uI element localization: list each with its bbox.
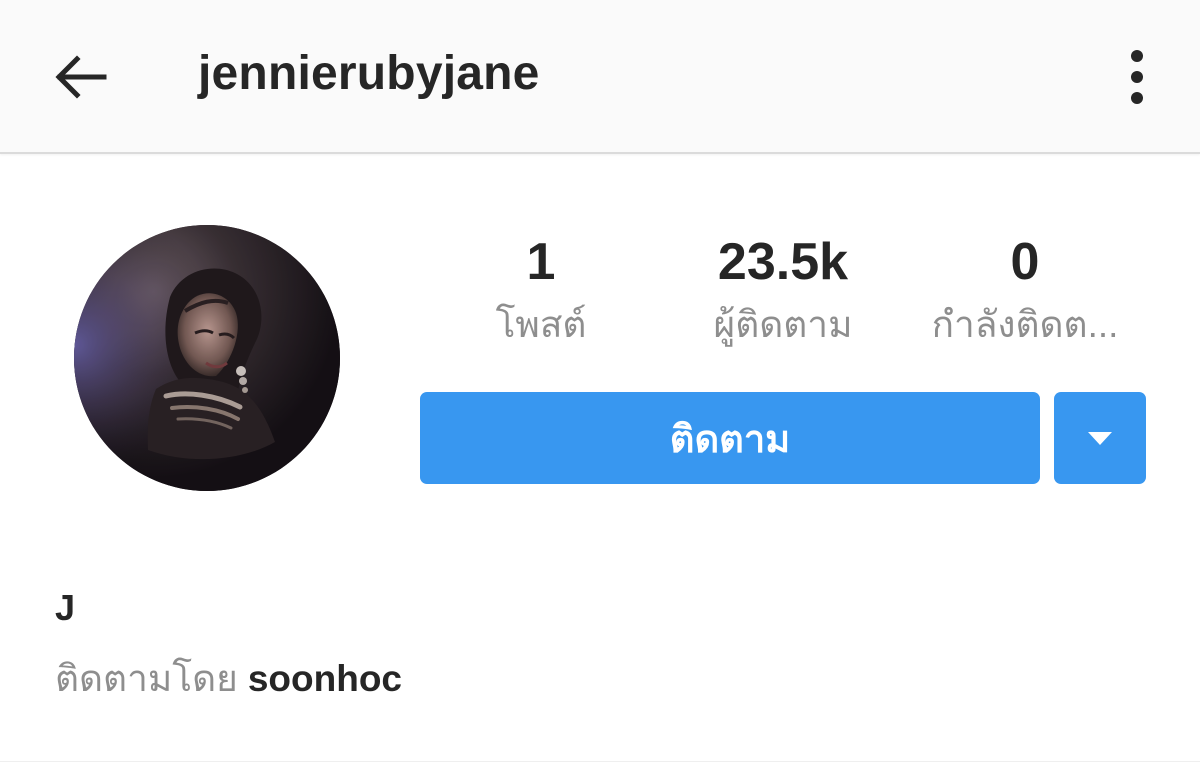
followers-label: ผู้ติดตาม xyxy=(713,304,853,345)
followers-count: 23.5k xyxy=(717,233,849,291)
following-stat[interactable]: 0 กำลังติดต... xyxy=(904,230,1146,348)
arrow-left-icon xyxy=(55,55,107,99)
back-button[interactable] xyxy=(40,42,120,112)
follow-button[interactable]: ติดตาม xyxy=(420,392,1040,484)
profile-screen: jennierubyjane 1 โพสต์ 23.5k ผู้ติดตาม 0… xyxy=(0,0,1200,762)
follow-options-dropdown-button[interactable] xyxy=(1054,392,1146,484)
posts-label: โพสต์ xyxy=(495,304,587,345)
profile-display-name: J xyxy=(55,587,76,628)
profile-avatar[interactable] xyxy=(74,225,340,491)
followers-stat[interactable]: 23.5k ผู้ติดตาม xyxy=(662,230,904,348)
following-count: 0 xyxy=(1010,233,1040,291)
posts-stat[interactable]: 1 โพสต์ xyxy=(420,230,662,348)
top-app-bar: jennierubyjane xyxy=(0,0,1200,154)
following-label: กำลังติดต... xyxy=(931,304,1119,345)
profile-stats: 1 โพสต์ 23.5k ผู้ติดตาม 0 กำลังติดต... xyxy=(420,230,1146,370)
followed-by-prefix: ติดตามโดย xyxy=(55,658,238,699)
more-options-button[interactable] xyxy=(1112,42,1162,112)
profile-username: jennierubyjane xyxy=(198,47,540,100)
avatar-image xyxy=(74,225,340,491)
posts-count: 1 xyxy=(526,233,556,291)
followed-by-text: ติดตามโดย soonhoc xyxy=(55,656,402,702)
caret-down-icon xyxy=(1088,432,1112,445)
three-dots-vertical-icon xyxy=(1131,50,1143,104)
followed-by-username[interactable]: soonhoc xyxy=(248,658,402,699)
